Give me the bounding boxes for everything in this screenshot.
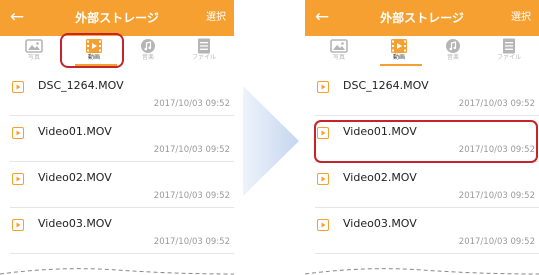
tab-music[interactable]: 音楽 <box>126 38 170 66</box>
file-name: Video01.MOV <box>38 125 112 138</box>
document-icon <box>198 38 210 54</box>
file-name: Video03.MOV <box>38 217 112 230</box>
tab-label: 写真 <box>332 54 345 61</box>
torn-edge <box>305 268 539 275</box>
image-icon <box>330 39 348 53</box>
row-highlight-frame <box>314 120 538 163</box>
document-icon <box>503 38 515 54</box>
tab-videos[interactable]: 動画 <box>377 38 421 66</box>
file-name: Video02.MOV <box>343 171 417 184</box>
select-button[interactable]: 選択 <box>511 0 531 36</box>
file-timestamp: 2017/10/03 09:52 <box>458 237 535 247</box>
transition-arrow-icon <box>243 86 299 196</box>
media-tabs: 写真 動画 音楽 ファイル <box>305 36 539 66</box>
file-timestamp: 2017/10/03 09:52 <box>153 237 230 247</box>
list-item[interactable]: DSC_1264.MOV 2017/10/03 09:52 <box>305 70 539 116</box>
file-name: Video02.MOV <box>38 171 112 184</box>
film-icon <box>391 39 407 53</box>
list-item[interactable]: Video02.MOV 2017/10/03 09:52 <box>0 162 234 208</box>
file-name: DSC_1264.MOV <box>343 79 429 92</box>
file-timestamp: 2017/10/03 09:52 <box>153 145 230 155</box>
divider <box>10 253 234 254</box>
video-file-icon <box>317 81 329 93</box>
list-item[interactable]: Video02.MOV 2017/10/03 09:52 <box>305 162 539 208</box>
tab-photos[interactable]: 写真 <box>317 38 361 66</box>
file-name: DSC_1264.MOV <box>38 79 124 92</box>
list-item[interactable]: Video03.MOV 2017/10/03 09:52 <box>0 208 234 254</box>
title-bar: ← 外部ストレージ 選択 <box>0 0 234 36</box>
tab-label: ファイル <box>496 54 521 61</box>
file-list: DSC_1264.MOV 2017/10/03 09:52 Video01.MO… <box>0 70 234 275</box>
video-file-icon <box>12 173 24 185</box>
file-name: Video03.MOV <box>343 217 417 230</box>
video-file-icon <box>317 219 329 231</box>
tab-files[interactable]: ファイル <box>487 38 531 66</box>
list-item[interactable]: Video03.MOV 2017/10/03 09:52 <box>305 208 539 254</box>
tab-label: ファイル <box>191 54 216 61</box>
file-list: DSC_1264.MOV 2017/10/03 09:52 Video01.MO… <box>305 70 539 275</box>
divider <box>315 253 539 254</box>
select-button[interactable]: 選択 <box>206 0 226 36</box>
tab-label: 音楽 <box>141 54 154 61</box>
file-timestamp: 2017/10/03 09:52 <box>153 191 230 201</box>
list-item[interactable]: Video01.MOV 2017/10/03 09:52 <box>0 116 234 162</box>
tab-music[interactable]: 音楽 <box>431 38 475 66</box>
video-file-icon <box>12 81 24 93</box>
image-icon <box>25 39 43 53</box>
page-title: 外部ストレージ <box>380 11 464 25</box>
music-icon <box>446 39 460 53</box>
music-icon <box>141 39 155 53</box>
torn-edge <box>0 268 234 275</box>
tab-label: 音楽 <box>446 54 459 61</box>
active-tab-indicator <box>380 64 422 66</box>
file-timestamp: 2017/10/03 09:52 <box>458 191 535 201</box>
video-file-icon <box>12 219 24 231</box>
tab-label: 動画 <box>392 54 405 61</box>
page-title: 外部ストレージ <box>75 11 159 25</box>
tab-label: 写真 <box>27 54 40 61</box>
tab-files[interactable]: ファイル <box>182 38 226 66</box>
video-file-icon <box>12 127 24 139</box>
list-item[interactable]: DSC_1264.MOV 2017/10/03 09:52 <box>0 70 234 116</box>
title-bar: ← 外部ストレージ 選択 <box>305 0 539 36</box>
file-timestamp: 2017/10/03 09:52 <box>458 99 535 109</box>
video-file-icon <box>317 173 329 185</box>
tab-photos[interactable]: 写真 <box>12 38 56 66</box>
file-timestamp: 2017/10/03 09:52 <box>153 99 230 109</box>
tab-highlight-frame <box>60 33 124 68</box>
